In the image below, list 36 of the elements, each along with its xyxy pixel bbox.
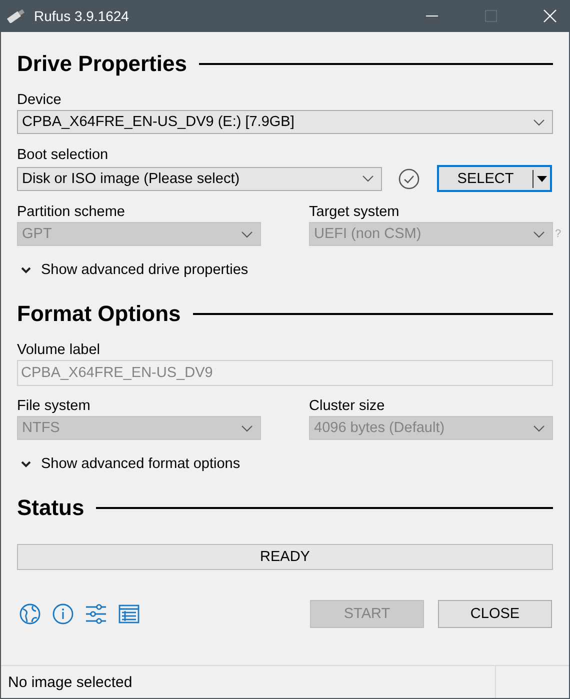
field-label: File system [17,397,92,416]
field-label: Target system [309,203,400,222]
action-button[interactable]: CLOSE [438,600,552,628]
section-heading: Status [17,495,84,521]
globe-icon[interactable] [19,603,41,625]
field-label: Volume label [17,341,102,360]
usb-drive-icon [6,9,26,23]
chevron-down-icon [533,424,545,432]
status-text: No image selected [7,674,134,690]
chevron-down-icon [533,230,545,238]
section-heading: Drive Properties [17,51,187,77]
chevron-down-icon [362,175,374,182]
select-button[interactable]: SELECT [437,165,552,192]
log-table-icon[interactable] [118,603,140,625]
chevron-down-icon [20,460,32,468]
caret-icon [532,168,550,190]
close-button[interactable] [543,9,557,23]
maximize-button[interactable] [484,9,498,23]
field-label: Cluster size [309,397,386,416]
section-heading: Format Options [17,301,181,327]
dropdown[interactable]: CPBA_X64FRE_EN-US_DV9 (E:) [7.9GB] [17,110,553,134]
chevron-down-icon [533,118,545,126]
field-label: Boot selection [17,146,110,165]
expand-toggle[interactable]: Show advanced format options [17,452,257,476]
info-icon[interactable] [52,603,74,625]
chevron-down-icon [20,266,32,274]
field-label: Partition scheme [17,203,126,222]
chevron-down-icon [241,424,253,432]
window-title: Rufus 3.9.1624 [34,8,130,24]
expand-toggle[interactable]: Show advanced drive properties [17,258,257,282]
dropdown[interactable]: Disk or ISO image (Please select) [17,166,382,190]
settings-sliders-icon[interactable] [85,603,107,625]
field-label: Device [17,91,62,110]
progress-bar: READY [17,544,553,570]
chevron-down-icon [241,230,253,238]
check-icon [398,168,420,190]
